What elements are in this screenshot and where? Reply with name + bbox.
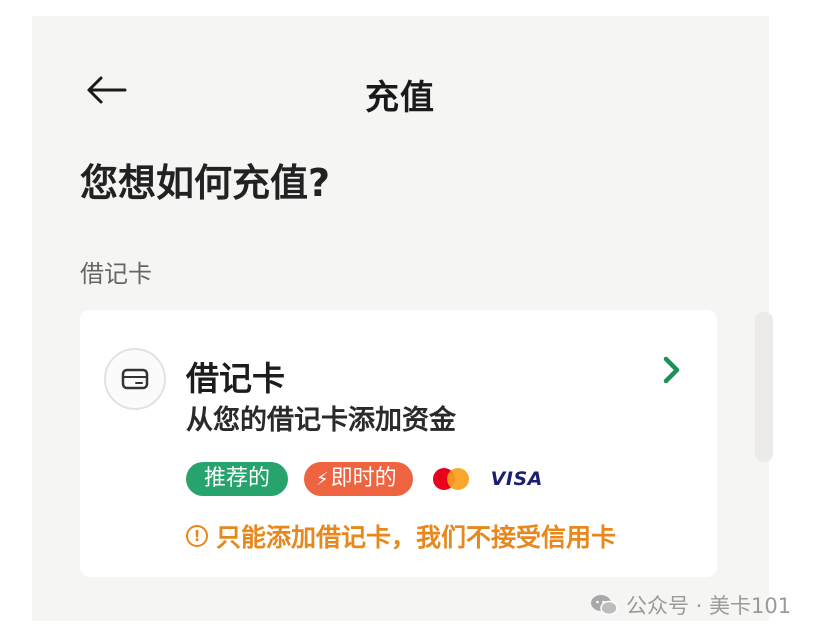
debit-only-warning: ! 只能添加借记卡，我们不接受信用卡	[186, 518, 616, 554]
card-option-subtitle: 从您的借记卡添加资金	[186, 405, 456, 436]
adjacent-card-edge	[755, 312, 773, 462]
wechat-icon	[591, 595, 618, 616]
section-label: 借记卡	[80, 260, 152, 288]
visa-logo: VISA	[490, 468, 543, 490]
warning-text: 只能添加借记卡，我们不接受信用卡	[216, 523, 617, 552]
tag-row: 推荐的 ⚡即时的 VISA	[186, 462, 543, 496]
page-title: 充值	[365, 78, 435, 118]
mastercard-logo	[432, 468, 471, 490]
info-icon: !	[186, 525, 208, 547]
debit-card-option[interactable]: 借记卡 从您的借记卡添加资金 推荐的 ⚡即时的 VISA ! 只能添加借记卡，我…	[80, 310, 717, 577]
recommended-badge: 推荐的	[186, 462, 289, 496]
instant-badge: ⚡即时的	[304, 462, 413, 496]
card-option-title: 借记卡	[186, 359, 285, 398]
chevron-right-icon	[663, 356, 680, 384]
watermark-text: 公众号 · 美卡101	[626, 594, 792, 618]
page-heading: 您想如何充值?	[80, 161, 331, 205]
lightning-icon: ⚡	[316, 469, 329, 490]
watermark: 公众号 · 美卡101	[590, 590, 791, 620]
card-icon	[104, 348, 166, 410]
instant-badge-label: 即时的	[330, 466, 397, 491]
